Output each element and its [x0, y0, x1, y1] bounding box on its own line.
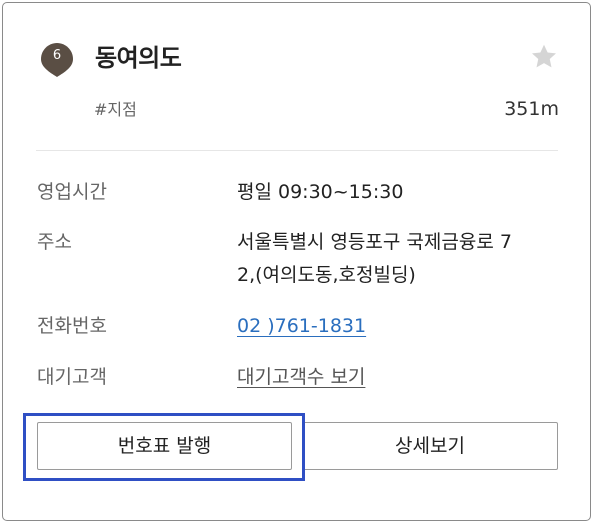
- details-button[interactable]: 상세보기: [302, 422, 558, 470]
- location-pin-icon: 6: [40, 42, 74, 77]
- issue-ticket-button[interactable]: 번호표 발행: [37, 422, 292, 470]
- waiting-count-link[interactable]: 대기고객수 보기: [237, 366, 365, 388]
- address-label: 주소: [37, 231, 72, 253]
- address-line-1: 서울특별시 영등포구 국제금융로 7: [237, 231, 512, 253]
- phone-link[interactable]: 02 )761-1831: [237, 315, 366, 337]
- divider: [36, 150, 558, 151]
- hours-value: 평일 09:30~15:30: [237, 181, 404, 203]
- phone-label: 전화번호: [37, 315, 107, 337]
- hours-label: 영업시간: [37, 181, 107, 203]
- waiting-label: 대기고객: [37, 366, 107, 388]
- address-line-2: 2,(여의도동,호정빌딩): [237, 264, 416, 286]
- branch-tag: #지점: [94, 100, 137, 119]
- star-icon[interactable]: [529, 42, 559, 72]
- branch-name: 동여의도: [95, 44, 182, 72]
- branch-distance: 351m: [504, 98, 559, 120]
- branch-number: 6: [52, 48, 62, 63]
